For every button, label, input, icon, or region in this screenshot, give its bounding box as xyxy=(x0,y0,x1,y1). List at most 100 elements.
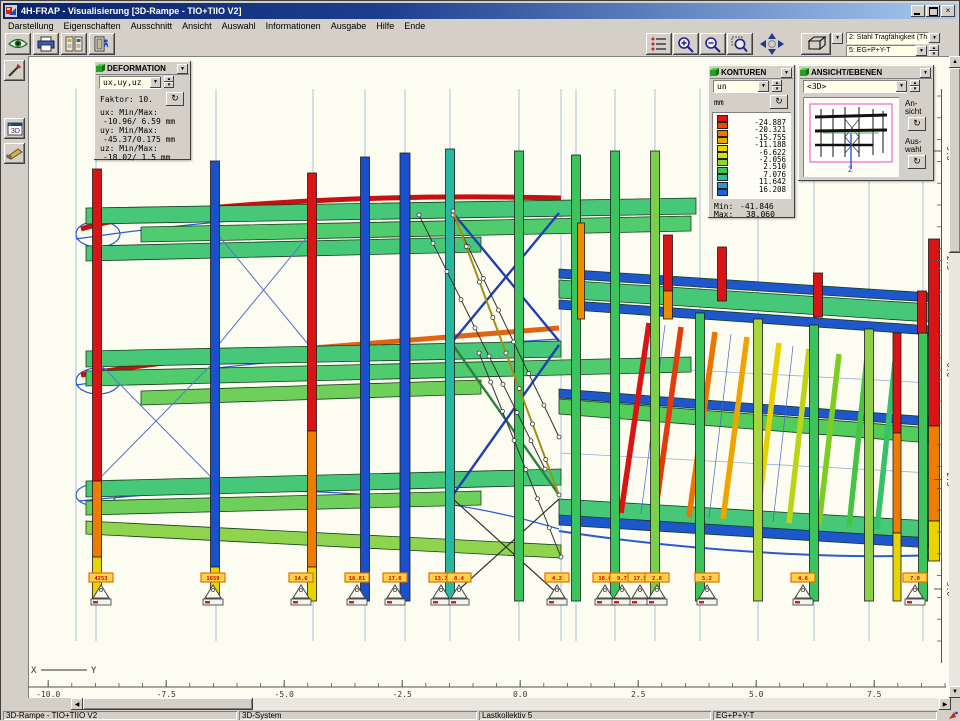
status-icon xyxy=(948,711,958,720)
thumb-axis-label: 2 xyxy=(848,165,852,174)
window-3d-button[interactable]: 3D xyxy=(4,118,25,139)
deformation-panel-titlebar[interactable]: DEFORMATION ▼ xyxy=(96,63,189,75)
uy-value: -45.37/0.175 mm xyxy=(103,135,175,144)
app-window: 4H-FRAP - Visualisierung [3D-Rampe - TIO… xyxy=(0,0,960,720)
support-label: 17.6 xyxy=(388,576,402,582)
scroll-right-icon[interactable]: ▶ xyxy=(939,698,951,710)
exit-button[interactable] xyxy=(89,33,115,55)
axis-x-label: X xyxy=(31,666,37,676)
window-title: 4H-FRAP - Visualisierung [3D-Rampe - TIO… xyxy=(21,6,241,16)
konturen-apply-button[interactable]: ↻ xyxy=(770,95,788,109)
list-settings-icon xyxy=(650,36,668,52)
zoom-window-button[interactable] xyxy=(727,33,753,55)
columns-group xyxy=(93,149,940,601)
nachweis-combobox[interactable]: 2: Stahl Tragfähigkeit (Th. 2. O xyxy=(846,32,929,44)
spinner-down-icon[interactable]: ▼ xyxy=(164,82,174,88)
spinner-down-icon[interactable]: ▼ xyxy=(910,86,920,92)
menu-item-eigenschaften[interactable]: Eigenschaften xyxy=(59,21,126,31)
deformation-collapse-icon[interactable]: ▼ xyxy=(177,64,188,74)
legend-max-label: Max: xyxy=(714,210,733,219)
lastfall-dropdown[interactable]: ▼ xyxy=(916,46,927,56)
vertical-scrollbar[interactable]: ▲ ▼ xyxy=(949,56,960,698)
ruler-tick-label: 2.5 xyxy=(631,690,646,698)
konturen-panel: KONTUREN ▼ un ▼ ▲ ▼ mm ↻ -24.887-20.321-… xyxy=(708,65,795,218)
konturen-panel-title: KONTUREN xyxy=(721,68,766,77)
horizontal-scrollbar[interactable]: ◀ ▶ xyxy=(1,698,960,710)
support-label: 14.6 xyxy=(294,576,308,582)
scroll-left-icon[interactable]: ◀ xyxy=(71,698,83,710)
ruler-tick-label: -10.0 xyxy=(36,690,60,698)
konturen-panel-titlebar[interactable]: KONTUREN ▼ xyxy=(710,67,793,79)
konturen-collapse-icon[interactable]: ▼ xyxy=(781,68,792,78)
auswahl-label-2: wahl xyxy=(905,145,921,154)
ruler-bottom: -10.0-7.5-5.0-2.50.02.55.07.5 xyxy=(28,680,946,698)
ansicht-collapse-icon[interactable]: ▼ xyxy=(920,68,931,78)
ansicht-combobox-value: <3D> xyxy=(807,82,826,91)
konturen-spinner[interactable]: ▲ ▼ xyxy=(772,80,782,92)
view-thumbnail[interactable]: 2 xyxy=(803,97,899,177)
support-label: 4.2 xyxy=(552,576,562,582)
spinner-down-icon[interactable]: ▼ xyxy=(772,86,782,92)
ruler-tick-label: 0.0 xyxy=(513,690,528,698)
support-label: 16.81 xyxy=(349,576,366,582)
ansicht-panel-titlebar[interactable]: ANSICHT/EBENEN ▼ xyxy=(800,67,932,79)
ansicht-dropdown[interactable]: ▼ xyxy=(896,81,907,92)
ansicht-combobox[interactable]: <3D> xyxy=(803,80,907,93)
vscroll-thumb[interactable] xyxy=(949,68,960,253)
deformation-dropdown[interactable]: ▼ xyxy=(150,77,161,88)
menu-item-ausschnitt[interactable]: Ausschnitt xyxy=(126,21,178,31)
support-label: 7.0 xyxy=(910,576,920,582)
zoom-out-icon xyxy=(704,36,722,53)
view-eye-button[interactable] xyxy=(5,33,31,55)
menu-item-ausgabe[interactable]: Ausgabe xyxy=(326,21,372,31)
view-3d-dropdown[interactable]: ▼ xyxy=(832,33,843,44)
menu-item-ansicht[interactable]: Ansicht xyxy=(177,21,217,31)
support-label: 4.6 xyxy=(798,576,809,582)
hscroll-thumb[interactable] xyxy=(83,698,253,710)
deformation-spinner[interactable]: ▲ ▼ xyxy=(164,76,174,88)
support-label: 2.8 xyxy=(652,576,662,582)
print-button[interactable] xyxy=(33,33,59,55)
status-cell-3d-system: 3D-System xyxy=(239,711,477,720)
konturen-combobox-value: un xyxy=(717,82,727,91)
edit-mode-button[interactable] xyxy=(4,60,25,81)
ruler-tick-label: -7.5 xyxy=(157,690,176,698)
close-button[interactable]: × xyxy=(941,5,955,17)
left-tool-strip: 3D xyxy=(1,56,28,698)
svg-text:3D: 3D xyxy=(11,128,20,135)
minimize-button[interactable] xyxy=(911,5,925,17)
deformation-faktor: Faktor: 10. xyxy=(100,95,153,104)
book-icon xyxy=(65,36,83,52)
nachweis-dropdown[interactable]: ▼ xyxy=(929,33,940,43)
menu-item-darstellung[interactable]: Darstellung xyxy=(3,21,59,31)
ruler-tick-label: -5.0 xyxy=(275,690,294,698)
zoom-in-button[interactable] xyxy=(673,33,699,55)
ruler-tick-label: 7.5 xyxy=(867,690,882,698)
menu-item-informationen[interactable]: Informationen xyxy=(261,21,326,31)
menu-item-auswahl[interactable]: Auswahl xyxy=(217,21,261,31)
scroll-up-icon[interactable]: ▲ xyxy=(949,56,960,68)
supports-group: 4253165914.616.8117.613.78.44.218.69.717… xyxy=(89,573,927,605)
menu-item-hilfe[interactable]: Hilfe xyxy=(371,21,399,31)
ansicht-panel: ANSICHT/EBENEN ▼ <3D> ▼ ▲ ▼ xyxy=(798,65,934,181)
support-label: 5.2 xyxy=(702,576,712,582)
menu-item-ende[interactable]: Ende xyxy=(399,21,430,31)
legend-settings-button[interactable] xyxy=(646,33,672,55)
ansicht-spinner[interactable]: ▲ ▼ xyxy=(910,80,920,92)
ruler-tick-label: 5.0 xyxy=(749,690,764,698)
pan-pad[interactable] xyxy=(755,32,788,56)
support-label: 13.7 xyxy=(434,576,447,582)
legend-swatch xyxy=(717,159,728,166)
legend-swatch xyxy=(717,167,728,174)
maximize-button[interactable] xyxy=(926,5,940,17)
view-3d-box-button[interactable] xyxy=(801,33,831,55)
ansicht-apply-button[interactable]: ↻ xyxy=(908,117,926,131)
catalog-button[interactable] xyxy=(61,33,87,55)
legend-swatch xyxy=(717,182,728,189)
zoom-out-button[interactable] xyxy=(700,33,726,55)
auswahl-apply-button[interactable]: ↻ xyxy=(908,155,926,169)
konturen-dropdown[interactable]: ▼ xyxy=(758,81,769,92)
solid-view-button[interactable] xyxy=(4,143,25,164)
deformation-apply-button[interactable]: ↻ xyxy=(166,92,184,106)
scroll-down-icon[interactable]: ▼ xyxy=(949,686,960,698)
